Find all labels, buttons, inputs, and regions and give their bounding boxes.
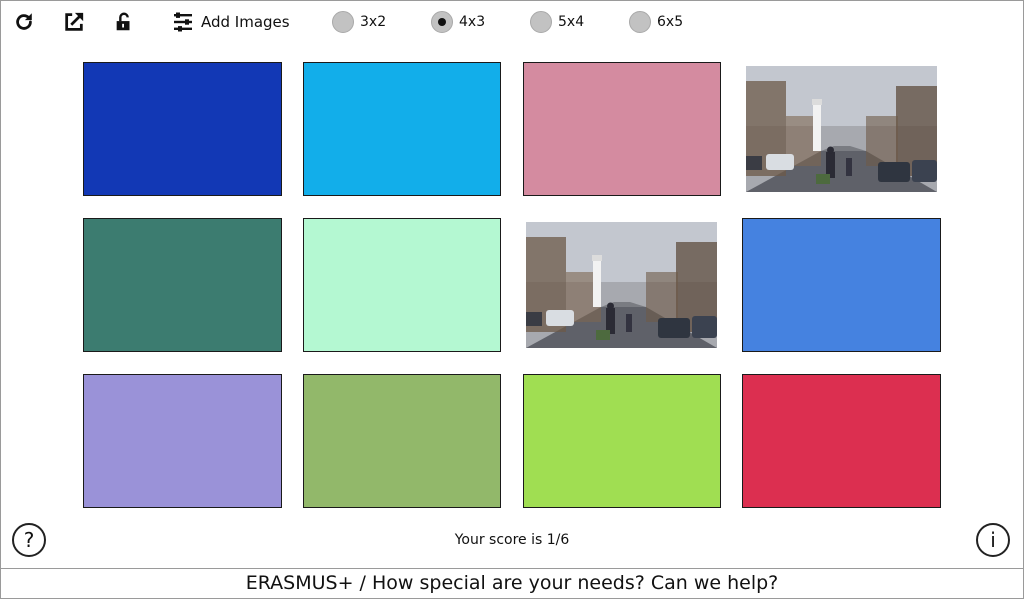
memory-card[interactable] (523, 62, 721, 196)
memory-card[interactable] (303, 218, 501, 352)
memory-card-photo[interactable] (526, 222, 717, 348)
memory-card[interactable] (303, 62, 501, 196)
memory-card[interactable] (742, 218, 941, 352)
footer-banner: ERASMUS+ / How special are your needs? C… (1, 568, 1023, 599)
grid-option-label: 6x5 (657, 14, 684, 30)
memory-card[interactable] (303, 374, 501, 508)
memory-card[interactable] (83, 62, 282, 196)
open-external-icon[interactable] (63, 11, 85, 33)
info-button[interactable]: i (976, 523, 1010, 557)
grid-option-4x3[interactable]: 4x3 (431, 10, 485, 34)
grid-option-label: 5x4 (558, 14, 585, 30)
street-lighthouse-image (526, 222, 717, 348)
memory-card[interactable] (83, 218, 282, 352)
radio-selected-icon (431, 11, 453, 33)
add-images-label: Add Images (201, 13, 290, 31)
refresh-icon[interactable] (13, 11, 35, 33)
grid-option-label: 3x2 (360, 14, 387, 30)
sliders-icon (174, 12, 192, 32)
toolbar: Add Images 3x2 4x3 5x4 6x5 (0, 0, 1024, 44)
memory-card[interactable] (742, 374, 941, 508)
grid-option-5x4[interactable]: 5x4 (530, 10, 584, 34)
unlock-icon[interactable] (113, 11, 135, 33)
add-images-button[interactable]: Add Images (173, 10, 290, 34)
grid-option-label: 4x3 (459, 14, 486, 30)
score-text: Your score is 1/6 (454, 532, 570, 548)
street-lighthouse-image (746, 66, 937, 192)
memory-card[interactable] (83, 374, 282, 508)
radio-icon (530, 11, 552, 33)
grid-option-6x5[interactable]: 6x5 (629, 10, 683, 34)
info-icon: i (990, 528, 996, 552)
radio-icon (332, 11, 354, 33)
grid-option-3x2[interactable]: 3x2 (332, 10, 386, 34)
memory-card[interactable] (523, 374, 721, 508)
radio-icon (629, 11, 651, 33)
memory-card-photo[interactable] (746, 66, 937, 192)
